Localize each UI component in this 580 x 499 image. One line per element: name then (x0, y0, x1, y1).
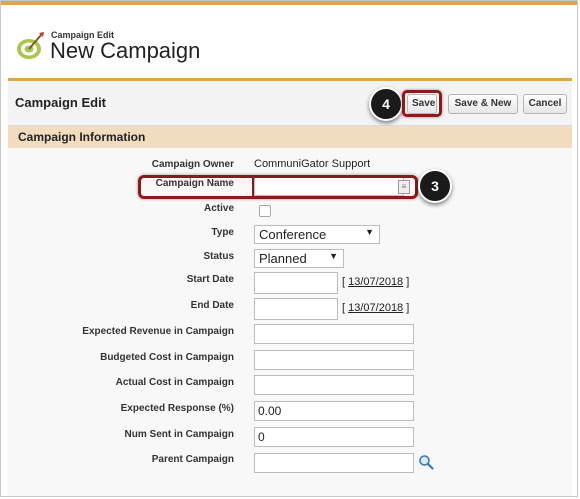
section-header: Campaign Information (8, 126, 572, 148)
expected-response-input[interactable] (254, 401, 414, 421)
campaign-edit-window: Campaign Edit New Campaign Campaign Edit… (0, 0, 578, 497)
active-checkbox[interactable] (259, 205, 271, 217)
chevron-down-icon: ▼ (329, 251, 338, 261)
status-select[interactable]: Planned ▼ (254, 249, 344, 268)
step-badge-4: 4 (369, 87, 403, 121)
budgeted-cost-input[interactable] (254, 350, 414, 370)
status-select-value: Planned (259, 251, 307, 266)
owner-label: Campaign Owner (151, 159, 234, 170)
type-select[interactable]: Conference ▼ (254, 225, 380, 244)
num-sent-input[interactable] (254, 427, 414, 447)
start-date-label: Start Date (186, 274, 234, 285)
save-and-new-button[interactable]: Save & New (448, 94, 518, 114)
type-select-value: Conference (259, 227, 327, 242)
edit-panel: Campaign Edit 4 Save Save & New Cancel C… (8, 78, 572, 496)
parent-campaign-label: Parent Campaign (151, 454, 234, 465)
expected-revenue-input[interactable] (254, 324, 414, 344)
end-date-today: [ 13/07/2018 ] (342, 302, 410, 314)
end-date-input[interactable] (254, 298, 338, 320)
expected-revenue-label: Expected Revenue in Campaign (82, 326, 234, 337)
campaign-target-icon (17, 32, 44, 59)
page-header: Campaign Edit New Campaign (1, 5, 577, 77)
start-date-today-link[interactable]: 13/07/2018 (348, 276, 403, 288)
actual-cost-input[interactable] (254, 375, 414, 395)
edit-panel-title: Campaign Edit (15, 95, 107, 110)
actual-cost-label: Actual Cost in Campaign (115, 377, 234, 388)
chevron-down-icon: ▼ (365, 227, 374, 237)
end-date-label: End Date (190, 300, 234, 311)
owner-value: CommuniGator Support (254, 158, 371, 170)
start-date-input[interactable] (254, 272, 338, 294)
budgeted-cost-label: Budgeted Cost in Campaign (100, 352, 234, 363)
edit-panel-header: Campaign Edit 4 Save Save & New Cancel (8, 81, 572, 126)
campaign-name-highlight (138, 175, 418, 199)
cancel-button[interactable]: Cancel (523, 94, 567, 114)
save-button-highlight (402, 90, 442, 117)
active-label: Active (203, 203, 234, 214)
campaign-name-highlight-divider (252, 177, 254, 197)
type-label: Type (211, 227, 234, 238)
num-sent-label: Num Sent in Campaign (124, 429, 234, 440)
parent-campaign-input[interactable] (254, 453, 414, 473)
lookup-icon[interactable] (418, 454, 434, 470)
section-title: Campaign Information (18, 130, 146, 144)
start-date-today: [ 13/07/2018 ] (342, 276, 410, 288)
status-label: Status (203, 251, 234, 262)
step-badge-3: 3 (418, 169, 452, 203)
page-title: New Campaign (50, 38, 201, 63)
expected-response-label: Expected Response (%) (120, 403, 234, 414)
end-date-today-link[interactable]: 13/07/2018 (348, 302, 403, 314)
